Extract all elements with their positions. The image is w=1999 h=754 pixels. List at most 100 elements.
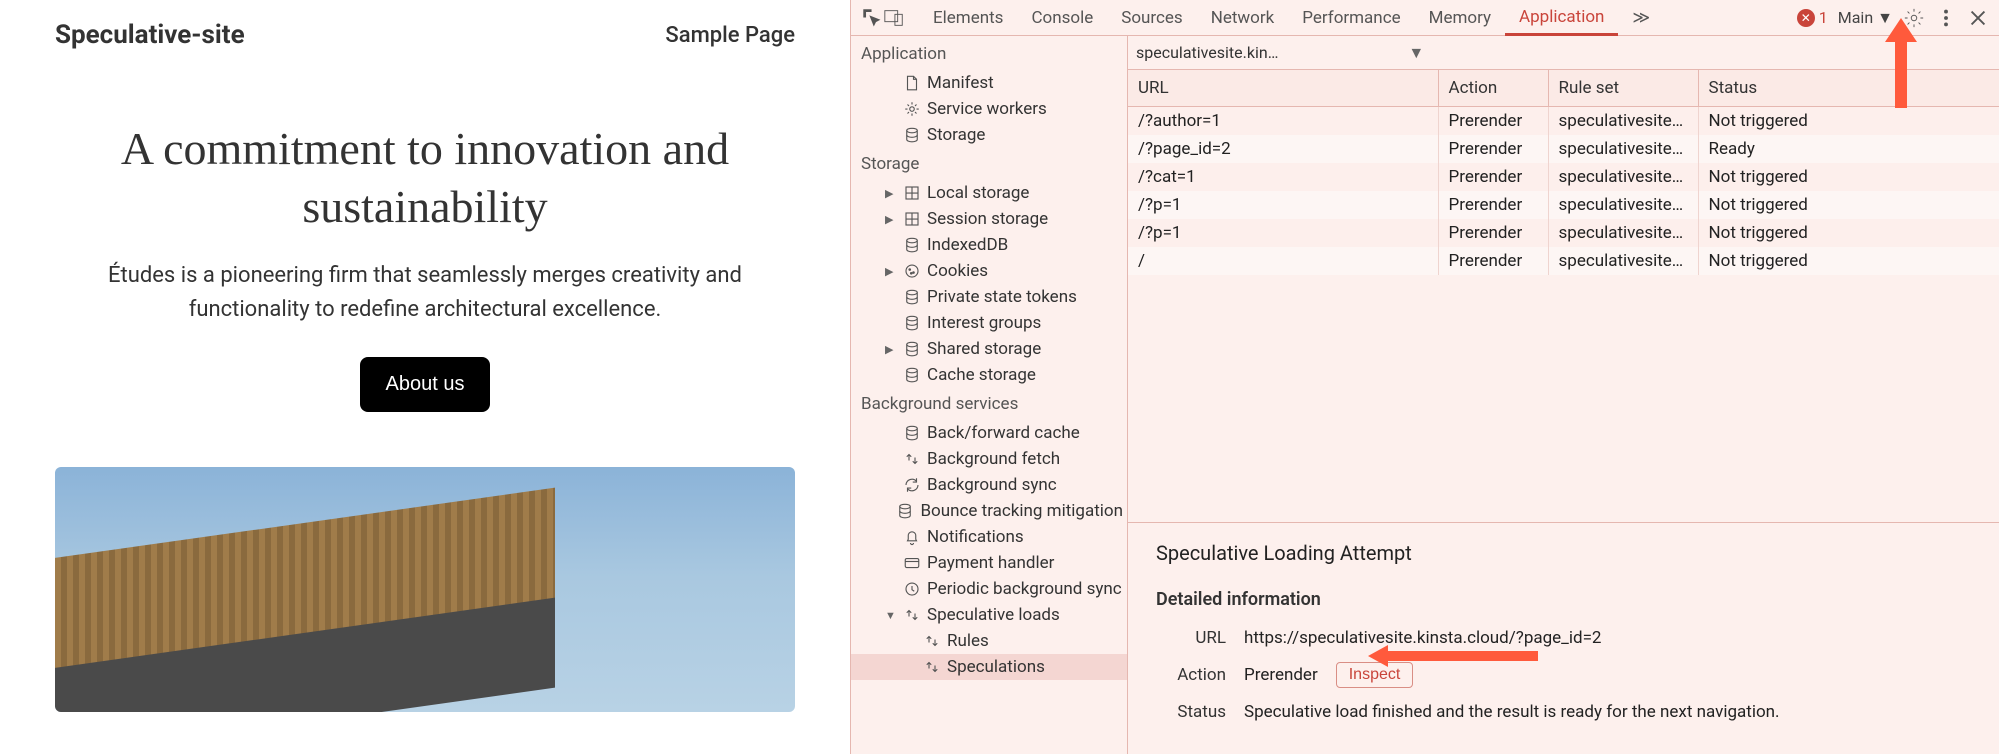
sidebar-item-back-forward-cache[interactable]: Back/forward cache: [851, 420, 1127, 446]
sidebar-item-background-sync[interactable]: Background sync: [851, 472, 1127, 498]
chevron-down-icon: ▼: [1408, 43, 1424, 63]
db-icon: [903, 366, 921, 384]
sidebar-item-shared-storage[interactable]: Shared storage: [851, 336, 1127, 362]
tree-group-storage: Storage: [851, 148, 1127, 180]
tab-performance[interactable]: Performance: [1288, 2, 1414, 34]
tree-item-label: Storage: [927, 125, 985, 145]
tab-sources[interactable]: Sources: [1107, 2, 1196, 34]
updown-icon: [903, 450, 921, 468]
scope-dropdown[interactable]: speculativesite.kin… ▼: [1136, 43, 1424, 63]
sidebar-item-service-workers[interactable]: Service workers: [851, 96, 1127, 122]
sidebar-item-rules[interactable]: Rules: [851, 628, 1127, 654]
gear-icon[interactable]: [1903, 7, 1925, 29]
sidebar-item-speculative-loads[interactable]: Speculative loads: [851, 602, 1127, 628]
speculations-table[interactable]: URL Action Rule set Status /?author=1Pre…: [1128, 70, 1999, 275]
detailed-info-heading: Detailed information: [1156, 589, 1971, 610]
tree-item-label: Notifications: [927, 527, 1024, 547]
th-status[interactable]: Status: [1698, 70, 1999, 107]
label-status: Status: [1156, 702, 1226, 722]
cell-rule: speculativesite…: [1548, 247, 1698, 275]
expand-arrow-icon[interactable]: [885, 343, 897, 356]
sidebar-item-session-storage[interactable]: Session storage: [851, 206, 1127, 232]
frame-selector[interactable]: Main ▼: [1838, 8, 1893, 28]
tab-console[interactable]: Console: [1017, 2, 1107, 34]
hero-subtitle: Études is a pioneering firm that seamles…: [65, 259, 785, 327]
cell-rule: speculativesite…: [1548, 107, 1698, 136]
frame-selector-label: Main: [1838, 8, 1873, 27]
sidebar-item-cookies[interactable]: Cookies: [851, 258, 1127, 284]
chevron-down-icon: ▼: [1877, 8, 1893, 28]
kebab-menu-icon[interactable]: [1935, 7, 1957, 29]
tree-item-label: Interest groups: [927, 313, 1041, 333]
sidebar-item-notifications[interactable]: Notifications: [851, 524, 1127, 550]
cell-rule: speculativesite…: [1548, 219, 1698, 247]
cell-url: /?page_id=2: [1128, 135, 1438, 163]
application-sidebar[interactable]: Application ManifestService workersStora…: [851, 36, 1127, 754]
th-ruleset[interactable]: Rule set: [1548, 70, 1698, 107]
db-icon: [896, 502, 914, 520]
table-row[interactable]: /?cat=1Prerenderspeculativesite…Not trig…: [1128, 163, 1999, 191]
tree-item-label: Background fetch: [927, 449, 1060, 469]
sidebar-item-background-fetch[interactable]: Background fetch: [851, 446, 1127, 472]
tabs-overflow[interactable]: ≫: [1618, 2, 1664, 34]
cell-status: Not triggered: [1698, 163, 1999, 191]
tree-item-label: Speculations: [947, 657, 1045, 677]
cell-url: /?author=1: [1128, 107, 1438, 136]
site-logo[interactable]: Speculative-site: [55, 20, 245, 50]
expand-arrow-icon[interactable]: [885, 609, 897, 622]
tab-memory[interactable]: Memory: [1415, 2, 1505, 34]
table-row[interactable]: /?page_id=2Prerenderspeculativesite…Read…: [1128, 135, 1999, 163]
sidebar-item-storage[interactable]: Storage: [851, 122, 1127, 148]
sidebar-item-speculations[interactable]: Speculations: [851, 654, 1127, 680]
expand-arrow-icon[interactable]: [885, 213, 897, 226]
db-icon: [903, 314, 921, 332]
tree-item-label: IndexedDB: [927, 235, 1008, 255]
tree-item-label: Payment handler: [927, 553, 1054, 573]
value-url: https://speculativesite.kinsta.cloud/?pa…: [1244, 628, 1601, 648]
tab-elements[interactable]: Elements: [919, 2, 1017, 34]
inspect-element-icon[interactable]: [861, 7, 883, 29]
nav-sample-page[interactable]: Sample Page: [665, 23, 795, 48]
table-row[interactable]: /?p=1Prerenderspeculativesite…Not trigge…: [1128, 191, 1999, 219]
grid-icon: [903, 210, 921, 228]
sidebar-item-interest-groups[interactable]: Interest groups: [851, 310, 1127, 336]
sidebar-item-cache-storage[interactable]: Cache storage: [851, 362, 1127, 388]
speculations-detail-pane: speculativesite.kin… ▼ URL Action Rule s…: [1127, 36, 1999, 754]
table-row[interactable]: /?author=1Prerenderspeculativesite…Not t…: [1128, 107, 1999, 136]
sidebar-item-private-state-tokens[interactable]: Private state tokens: [851, 284, 1127, 310]
cell-url: /?p=1: [1128, 191, 1438, 219]
devtools-tabbar: Elements Console Sources Network Perform…: [851, 0, 1999, 36]
cell-rule: speculativesite…: [1548, 191, 1698, 219]
tree-item-label: Cache storage: [927, 365, 1036, 385]
tree-item-label: Rules: [947, 631, 989, 651]
inspect-button[interactable]: Inspect: [1336, 662, 1414, 688]
cell-url: /?p=1: [1128, 219, 1438, 247]
tree-item-label: Manifest: [927, 73, 994, 93]
tab-network[interactable]: Network: [1197, 2, 1289, 34]
error-count-badge[interactable]: ✕1: [1797, 8, 1828, 27]
db-icon: [903, 424, 921, 442]
tab-application[interactable]: Application: [1505, 1, 1618, 36]
grid-icon: [903, 184, 921, 202]
sidebar-item-payment-handler[interactable]: Payment handler: [851, 550, 1127, 576]
sidebar-item-periodic-background-sync[interactable]: Periodic background sync: [851, 576, 1127, 602]
table-row[interactable]: /?p=1Prerenderspeculativesite…Not trigge…: [1128, 219, 1999, 247]
close-icon[interactable]: [1967, 7, 1989, 29]
device-toolbar-icon[interactable]: [883, 7, 905, 29]
tree-group-background-services: Background services: [851, 388, 1127, 420]
card-icon: [903, 554, 921, 572]
sidebar-item-bounce-tracking-mitigation[interactable]: Bounce tracking mitigation: [851, 498, 1127, 524]
expand-arrow-icon[interactable]: [885, 265, 897, 278]
file-icon: [903, 74, 921, 92]
expand-arrow-icon[interactable]: [885, 187, 897, 200]
th-url[interactable]: URL: [1128, 70, 1438, 107]
db-icon: [903, 340, 921, 358]
table-row[interactable]: /Prerenderspeculativesite…Not triggered: [1128, 247, 1999, 275]
th-action[interactable]: Action: [1438, 70, 1548, 107]
sidebar-item-indexeddb[interactable]: IndexedDB: [851, 232, 1127, 258]
about-us-button[interactable]: About us: [360, 357, 491, 412]
db-icon: [903, 288, 921, 306]
sidebar-item-local-storage[interactable]: Local storage: [851, 180, 1127, 206]
clock-icon: [903, 580, 921, 598]
sidebar-item-manifest[interactable]: Manifest: [851, 70, 1127, 96]
